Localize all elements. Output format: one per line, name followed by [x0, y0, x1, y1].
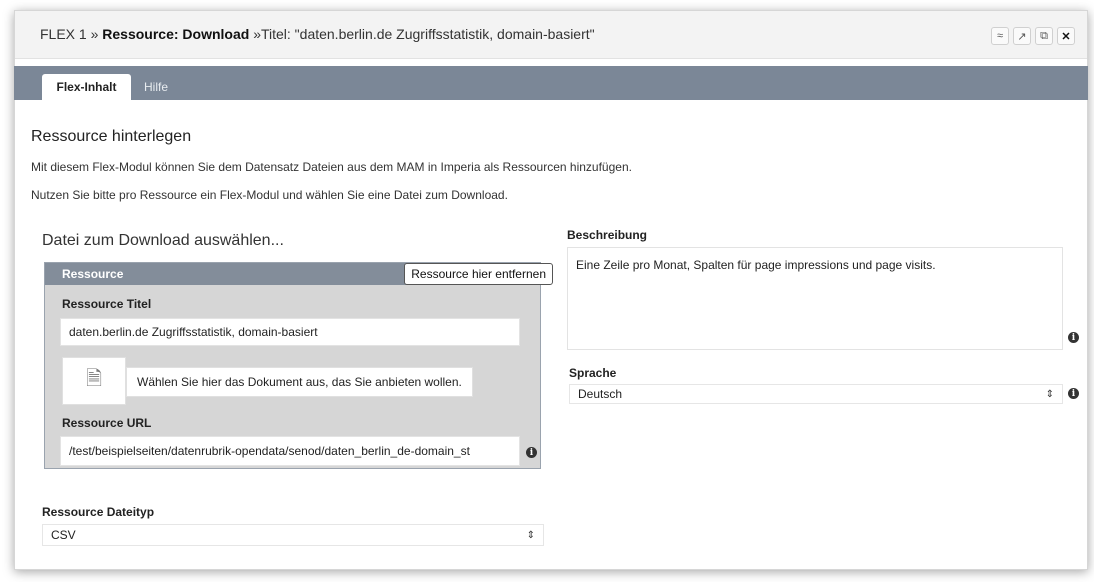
url-info-icon[interactable]: i [526, 447, 537, 458]
filetype-label: Ressource Dateityp [42, 505, 155, 519]
select-arrow-icon: ⇕ [526, 529, 535, 541]
document-picker-button[interactable]: 🗎 [62, 357, 126, 405]
collapse-icon[interactable]: ≈ [991, 27, 1009, 45]
filetype-value: CSV [51, 528, 76, 542]
resource-title-label: Ressource Titel [62, 297, 152, 311]
title-module-type: Ressource: Download [102, 26, 250, 42]
resource-panel-header: Ressource Ressource hier entfernen [45, 263, 553, 285]
copy-icon[interactable]: ⧉ [1035, 27, 1053, 45]
intro-text-1: Mit diesem Flex-Modul können Sie dem Dat… [31, 160, 632, 174]
title-resource-name: »Titel: "daten.berlin.de Zugriffsstatist… [253, 26, 595, 42]
title-prefix: FLEX 1 » [40, 26, 99, 42]
resource-url-field[interactable]: /test/beispielseiten/datenrubrik-opendat… [60, 436, 520, 466]
document-icon: 🗎 [85, 368, 103, 390]
language-select[interactable]: Deutsch ⇕ [569, 384, 1063, 404]
description-textarea[interactable]: Eine Zeile pro Monat, Spalten für page i… [567, 247, 1063, 350]
resource-panel-label: Ressource [62, 267, 124, 281]
resource-title-field[interactable]: daten.berlin.de Zugriffsstatistik, domai… [60, 318, 520, 346]
tab-bar [14, 66, 1088, 100]
resource-url-label: Ressource URL [62, 416, 152, 430]
expand-icon[interactable]: ↗ [1013, 27, 1031, 45]
select-arrow-icon: ⇕ [1045, 388, 1054, 400]
section-heading: Ressource hinterlegen [31, 128, 192, 145]
remove-resource-button[interactable]: Ressource hier entfernen [404, 263, 553, 285]
description-label: Beschreibung [567, 228, 648, 242]
intro-text-2: Nutzen Sie bitte pro Ressource ein Flex-… [31, 188, 508, 202]
description-info-icon[interactable]: i [1068, 332, 1079, 343]
tab-hilfe[interactable]: Hilfe [138, 74, 174, 100]
tab-flex-inhalt[interactable]: Flex-Inhalt [42, 74, 131, 100]
download-heading: Datei zum Download auswählen... [42, 232, 284, 249]
document-picker-hint[interactable]: Wählen Sie hier das Dokument aus, das Si… [126, 367, 473, 397]
language-value: Deutsch [578, 387, 623, 401]
filetype-select[interactable]: CSV ⇕ [42, 524, 544, 546]
close-icon[interactable]: ✕ [1057, 27, 1075, 45]
window-title: FLEX 1 » Ressource: Download »Titel: "da… [40, 26, 595, 42]
title-bar: FLEX 1 » Ressource: Download »Titel: "da… [15, 11, 1087, 59]
language-label: Sprache [569, 366, 617, 380]
window-controls: ≈ ↗ ⧉ ✕ [991, 27, 1075, 45]
language-info-icon[interactable]: i [1068, 388, 1079, 399]
